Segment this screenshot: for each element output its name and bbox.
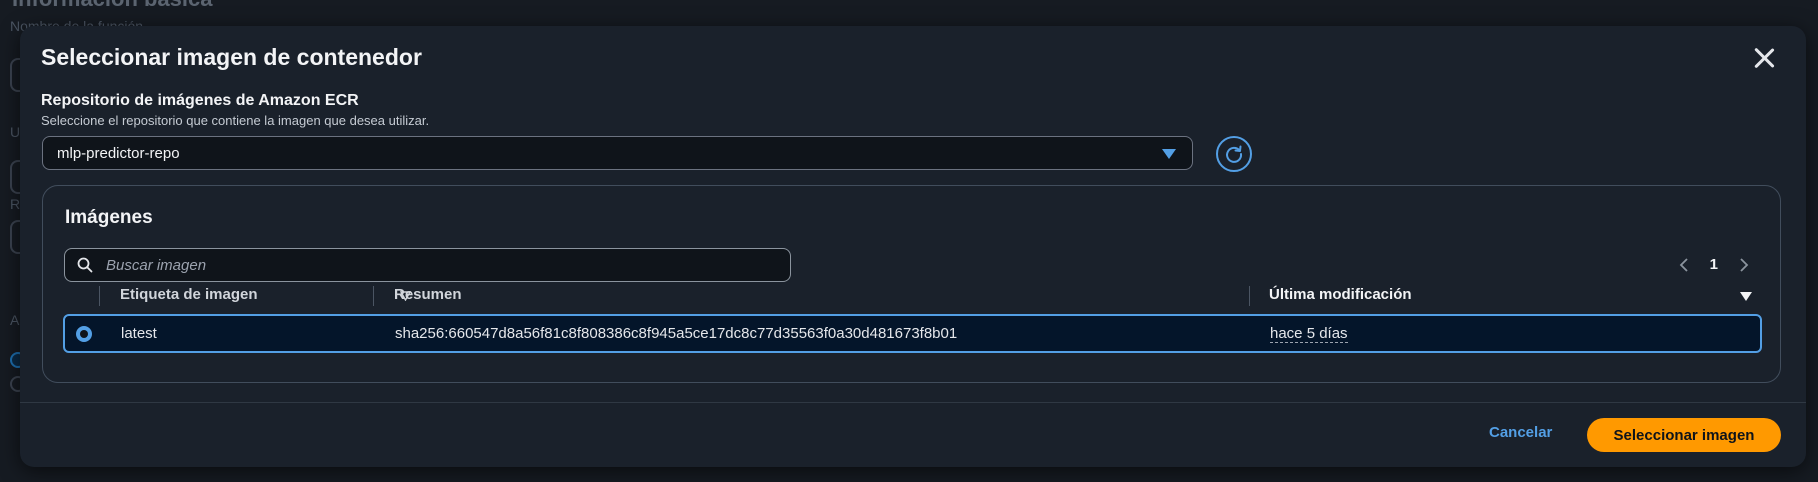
search-input[interactable]: Buscar imagen	[64, 248, 791, 282]
footer-divider	[20, 402, 1806, 403]
image-last-modified[interactable]: hace 5 días	[1270, 325, 1348, 343]
repository-select-value: mlp-predictor-repo	[57, 145, 180, 162]
background-label: U	[10, 124, 21, 140]
sort-descending-icon[interactable]	[1740, 292, 1752, 301]
repository-select[interactable]: mlp-predictor-repo	[42, 136, 1193, 170]
select-container-image-modal: Seleccionar imagen de contenedor Reposit…	[20, 26, 1806, 467]
pagination: 1	[1676, 256, 1752, 273]
column-header-digest: Resumen	[394, 286, 462, 303]
chevron-right-icon[interactable]	[1736, 257, 1752, 273]
close-icon[interactable]	[1750, 44, 1778, 72]
repository-description: Seleccione el repositorio que contiene l…	[41, 113, 430, 128]
column-header-tag[interactable]: Etiqueta de imagen	[120, 286, 258, 306]
page-number[interactable]: 1	[1710, 256, 1718, 273]
cancel-button[interactable]: Cancelar	[1489, 424, 1552, 441]
images-title: Imágenes	[65, 207, 153, 228]
column-separator	[373, 286, 374, 306]
refresh-button[interactable]	[1216, 136, 1252, 172]
column-separator	[1249, 286, 1250, 306]
background-label: A	[10, 312, 20, 328]
background-section-title: Información básica	[12, 0, 213, 12]
column-separator	[99, 286, 100, 306]
search-icon	[77, 257, 93, 273]
modal-title: Seleccionar imagen de contenedor	[41, 44, 422, 70]
refresh-icon	[1226, 145, 1243, 163]
caret-down-icon	[1162, 149, 1176, 159]
search-placeholder: Buscar imagen	[106, 257, 207, 274]
select-image-button[interactable]: Seleccionar imagen	[1587, 418, 1781, 452]
table-row[interactable]: latest sha256:660547d8a56f81c8f808386c8f…	[63, 314, 1762, 353]
row-radio[interactable]	[76, 326, 92, 342]
images-panel: Imágenes Buscar imagen 1 Etiqueta de ima…	[42, 185, 1781, 383]
background-label: R	[10, 196, 21, 212]
chevron-left-icon[interactable]	[1676, 257, 1692, 273]
image-tag: latest	[121, 325, 157, 342]
repository-label: Repositorio de imágenes de Amazon ECR	[41, 92, 359, 109]
image-digest: sha256:660547d8a56f81c8f808386c8f945a5ce…	[395, 325, 958, 342]
column-header-modified[interactable]: Última modificación	[1269, 286, 1412, 306]
